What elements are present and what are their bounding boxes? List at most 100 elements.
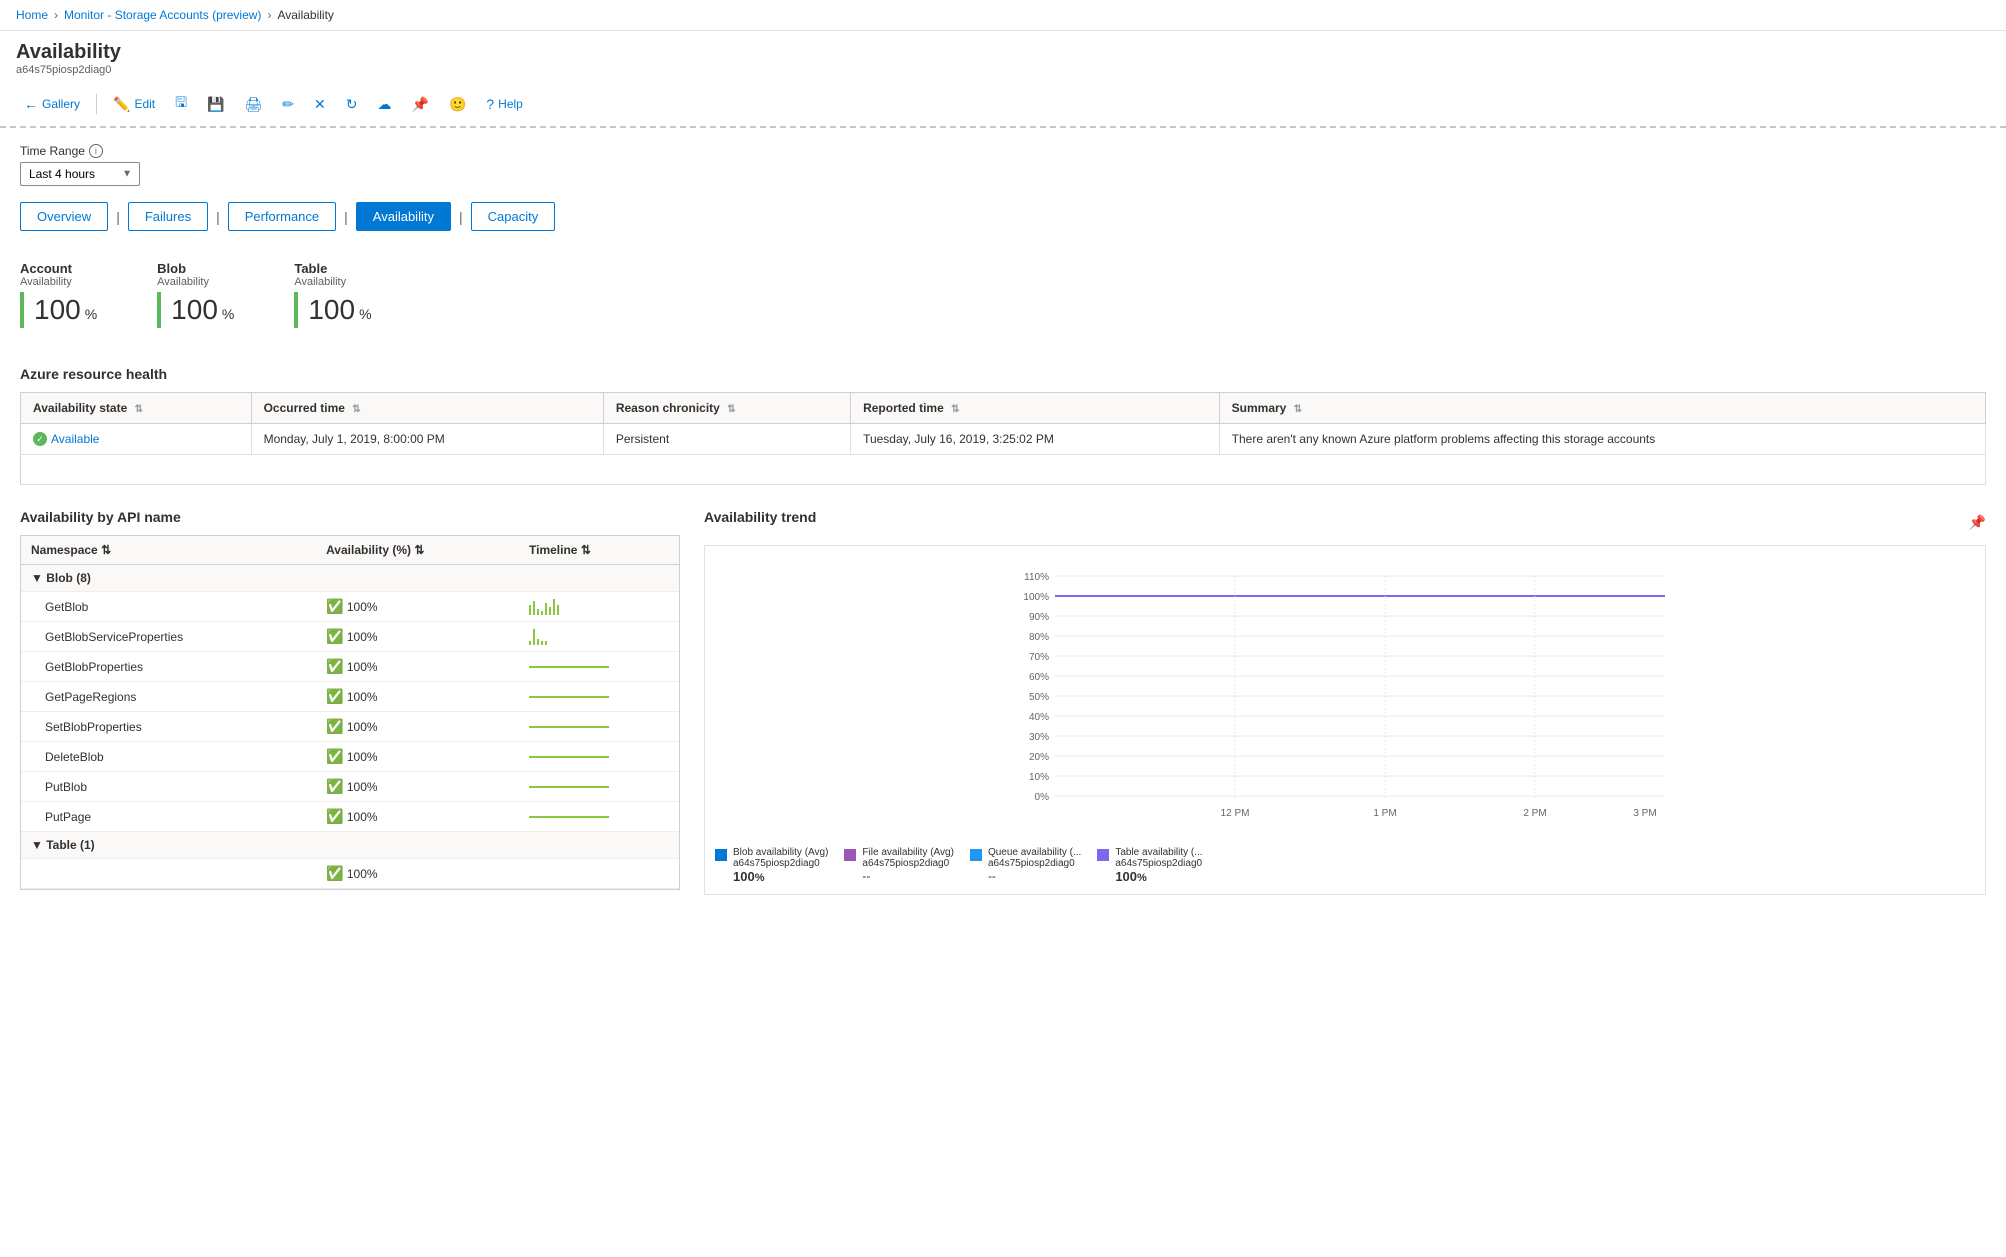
available-badge[interactable]: Available xyxy=(33,432,239,446)
api-name-getpageregions: GetPageRegions xyxy=(21,682,316,712)
metric-account-unit: % xyxy=(85,306,97,322)
check-icon-7: ✅ xyxy=(326,778,343,794)
cell-summary: There aren't any known Azure platform pr… xyxy=(1219,424,1985,455)
gallery-button[interactable]: ← Gallery xyxy=(16,92,88,116)
legend-queue-color xyxy=(970,849,982,861)
api-timeline-setblobproperties xyxy=(519,712,679,742)
close-button[interactable]: ✕ xyxy=(306,92,334,117)
api-row-setblobproperties: SetBlobProperties ✅ 100% xyxy=(21,712,679,742)
tab-performance[interactable]: Performance xyxy=(228,202,336,231)
metric-blob-value: 100 xyxy=(171,294,218,326)
api-row-getblobproperties: GetBlobProperties ✅ 100% xyxy=(21,652,679,682)
tab-sep-4: | xyxy=(459,209,463,225)
tab-availability[interactable]: Availability xyxy=(356,202,451,231)
api-group-table[interactable]: ▼ Table (1) xyxy=(21,832,679,859)
table-row: Available Monday, July 1, 2019, 8:00:00 … xyxy=(21,424,1986,455)
help-button[interactable]: ? Help xyxy=(478,92,530,116)
api-table-timeline xyxy=(519,859,679,889)
api-group-blob[interactable]: ▼ Blob (8) xyxy=(21,565,679,592)
cell-state: Available xyxy=(21,424,252,455)
pencil-button[interactable]: ✏ xyxy=(274,92,302,117)
api-name-putpage: PutPage xyxy=(21,802,316,832)
gallery-icon: ← xyxy=(24,96,38,112)
close-icon: ✕ xyxy=(314,96,326,113)
legend-blob-color xyxy=(715,849,727,861)
legend-file-value: -- xyxy=(862,869,954,883)
api-timeline-putblob xyxy=(519,772,679,802)
pin-icon: 📌 xyxy=(412,96,429,113)
api-name-deleteblob: DeleteBlob xyxy=(21,742,316,772)
legend-file-account: a64s75piosp2diag0 xyxy=(862,858,954,869)
metric-account-sublabel: Availability xyxy=(20,276,97,288)
api-timeline-getpageregions xyxy=(519,682,679,712)
legend-queue: Queue availability (... a64s75piosp2diag… xyxy=(970,847,1081,884)
api-col-availability[interactable]: Availability (%) ⇅ xyxy=(316,536,519,565)
tab-failures[interactable]: Failures xyxy=(128,202,208,231)
sort-icon-reason: ⇅ xyxy=(727,404,735,415)
api-avail-setblobproperties: ✅ 100% xyxy=(316,712,519,742)
svg-text:50%: 50% xyxy=(1029,692,1049,703)
emoji-button[interactable]: 🙂 xyxy=(441,92,474,117)
cloud-button[interactable]: ☁ xyxy=(370,92,400,117)
col-reported-time[interactable]: Reported time ⇅ xyxy=(851,393,1220,424)
trend-pin-icon[interactable]: 📌 xyxy=(1969,514,1986,531)
metric-account: Account Availability 100 % xyxy=(20,261,97,328)
svg-text:40%: 40% xyxy=(1029,712,1049,723)
save-button[interactable]: 🖫 xyxy=(167,88,195,120)
tab-capacity[interactable]: Capacity xyxy=(471,202,556,231)
api-col-timeline[interactable]: Timeline ⇅ xyxy=(519,536,679,565)
available-dot-icon xyxy=(33,432,47,446)
time-range-info-icon[interactable]: i xyxy=(89,144,103,158)
api-section-title: Availability by API name xyxy=(20,509,680,525)
refresh-button[interactable]: ↻ xyxy=(338,92,366,117)
api-table-wrapper: Namespace ⇅ Availability (%) ⇅ Timeline … xyxy=(20,535,680,890)
floppy-button[interactable]: 💾 xyxy=(199,92,232,117)
check-icon-3: ✅ xyxy=(326,658,343,674)
help-icon: ? xyxy=(486,96,494,112)
breadcrumb-home[interactable]: Home xyxy=(16,8,48,22)
resource-health-table: Availability state ⇅ Occurred time ⇅ Rea… xyxy=(20,392,1986,485)
tab-navigation: Overview | Failures | Performance | Avai… xyxy=(20,202,1986,231)
collapse-icon: ▼ xyxy=(31,571,46,585)
timeline-line-1 xyxy=(529,666,609,668)
api-row-getblobserviceproperties: GetBlobServiceProperties ✅ 100% xyxy=(21,622,679,652)
svg-text:1 PM: 1 PM xyxy=(1373,808,1396,819)
svg-text:110%: 110% xyxy=(1024,572,1049,583)
legend-table: Table availability (... a64s75piosp2diag… xyxy=(1097,847,1202,884)
col-occurred-time[interactable]: Occurred time ⇅ xyxy=(251,393,603,424)
save-icon: 🖫 xyxy=(175,92,187,116)
trend-chart: 110% 100% 90% 80% 70% 60% 50% 40% 30% 20… xyxy=(704,545,1986,895)
api-timeline-getblob xyxy=(519,592,679,622)
col-summary[interactable]: Summary ⇅ xyxy=(1219,393,1985,424)
col-reason[interactable]: Reason chronicity ⇅ xyxy=(603,393,850,424)
api-name-getblobproperties: GetBlobProperties xyxy=(21,652,316,682)
chart-legend: Blob availability (Avg) a64s75piosp2diag… xyxy=(715,847,1975,884)
edit-icon: ✏️ xyxy=(113,96,130,113)
check-icon-4: ✅ xyxy=(326,688,343,704)
svg-text:30%: 30% xyxy=(1029,732,1049,743)
time-range-select[interactable]: Last 4 hours xyxy=(20,162,140,186)
legend-queue-account: a64s75piosp2diag0 xyxy=(988,858,1081,869)
col-availability-state[interactable]: Availability state ⇅ xyxy=(21,393,252,424)
collapse-icon-table: ▼ xyxy=(31,838,46,852)
upload-button[interactable]: 🖨 xyxy=(237,92,271,117)
trend-chart-svg: 110% 100% 90% 80% 70% 60% 50% 40% 30% 20… xyxy=(715,556,1975,836)
api-timeline-getblobproperties xyxy=(519,652,679,682)
edit-button[interactable]: ✏️ Edit xyxy=(105,92,163,117)
api-section: Availability by API name Namespace ⇅ Ava… xyxy=(20,509,680,895)
api-avail-getblobproperties: ✅ 100% xyxy=(316,652,519,682)
api-col-namespace[interactable]: Namespace ⇅ xyxy=(21,536,316,565)
breadcrumb-monitor[interactable]: Monitor - Storage Accounts (preview) xyxy=(64,8,261,22)
trend-title: Availability trend xyxy=(704,509,816,525)
svg-text:60%: 60% xyxy=(1029,672,1049,683)
check-icon-6: ✅ xyxy=(326,748,343,764)
api-table-item xyxy=(21,859,316,889)
page-header: Availability a64s75piosp2diag0 xyxy=(0,31,2006,82)
pin-button[interactable]: 📌 xyxy=(404,92,437,117)
api-avail-deleteblob: ✅ 100% xyxy=(316,742,519,772)
edit-label: Edit xyxy=(134,97,155,111)
metric-blob: Blob Availability 100 % xyxy=(157,261,234,328)
api-sort-namespace: ⇅ xyxy=(101,543,111,557)
api-avail-getblob: ✅ 100% xyxy=(316,592,519,622)
tab-overview[interactable]: Overview xyxy=(20,202,108,231)
